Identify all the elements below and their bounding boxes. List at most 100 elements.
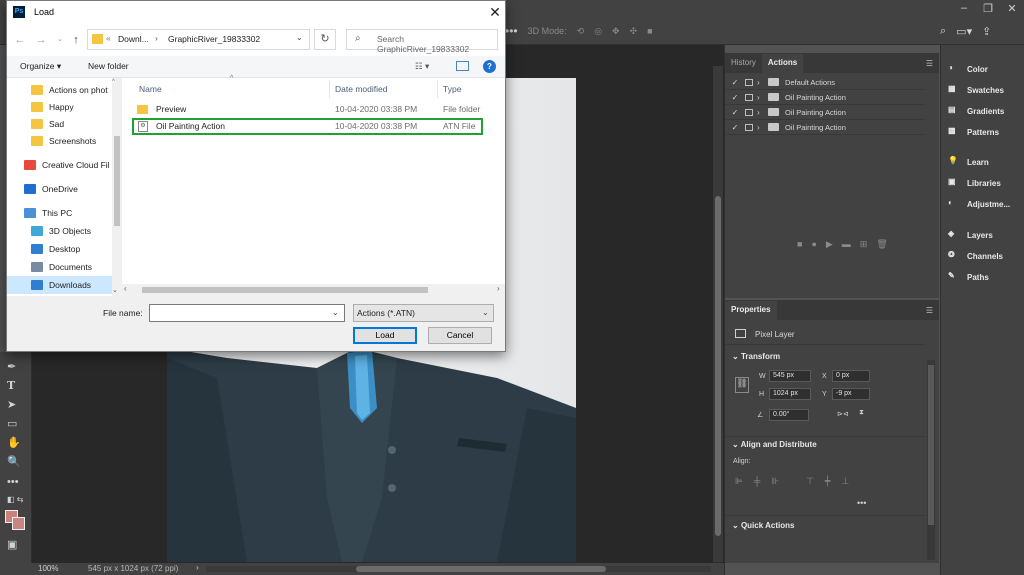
restore-icon[interactable]: ❐ (976, 0, 1000, 16)
scroll-thumb[interactable] (114, 136, 120, 226)
address-bar[interactable]: « Downl... › GraphicRiver_19833302 ⌄ (87, 29, 310, 50)
align-center-icon[interactable]: ╪ (754, 476, 760, 487)
search-icon[interactable]: ⌕ (940, 25, 946, 38)
record-icon[interactable]: ● (811, 239, 816, 250)
check-icon[interactable]: ✓ (730, 93, 740, 102)
nav-item[interactable]: Happy (31, 98, 74, 115)
back-icon[interactable]: ← (13, 33, 27, 47)
minimize-icon[interactable]: – (952, 0, 976, 16)
organize-button[interactable]: Organize ▾ (20, 61, 61, 72)
orbit-3d-icon[interactable]: ⟲ (577, 26, 585, 37)
panel-shortcut[interactable]: ✎ Paths (948, 271, 989, 283)
canvas-horizontal-scrollbar[interactable] (206, 566, 711, 572)
dialog-toggle-icon[interactable] (745, 123, 753, 131)
align-bottom-icon[interactable]: ⊥ (841, 476, 849, 487)
column-header-type[interactable]: Type (443, 84, 461, 94)
roll-3d-icon[interactable]: ◎ (594, 26, 602, 37)
up-icon[interactable]: ↑ (69, 33, 83, 47)
refresh-icon[interactable]: ↻ (314, 29, 336, 50)
nav-item[interactable]: Screenshots (31, 132, 96, 149)
panel-shortcut[interactable]: ▩ Patterns (948, 126, 999, 138)
file-row[interactable]: Preview 10-04-2020 03:38 PM File folder (132, 101, 492, 117)
panel-shortcut[interactable]: ◈ Layers (948, 229, 993, 241)
breadcrumb-graphicriver[interactable]: GraphicRiver_19833302 (168, 34, 260, 44)
delete-icon[interactable]: 🗑 (876, 239, 887, 250)
drag-3d-icon[interactable]: ✥ (612, 26, 620, 37)
align-middle-icon[interactable]: ┿ (825, 476, 830, 487)
panel-shortcut[interactable]: ◐ Adjustme... (948, 198, 1010, 210)
file-name-dropdown-icon[interactable]: ⌄ (332, 308, 339, 317)
file-name-input[interactable]: ⌄ (149, 304, 345, 322)
status-expand-icon[interactable]: › (196, 563, 199, 572)
scroll-thumb[interactable] (715, 196, 721, 536)
load-button[interactable]: Load (353, 327, 417, 344)
background-color-swatch[interactable] (12, 517, 25, 530)
x-field[interactable]: 0 px (832, 370, 870, 382)
scroll-right-icon[interactable]: › (497, 284, 500, 293)
scroll-left-icon[interactable]: ‹ (124, 284, 127, 293)
breadcrumb-downloads[interactable]: Downl... (118, 34, 149, 44)
more-options-icon[interactable]: ••• (505, 24, 518, 38)
nav-pane-scrollbar[interactable] (112, 78, 122, 296)
nav-item[interactable]: Creative Cloud Fil (24, 156, 110, 173)
check-icon[interactable]: ✓ (730, 78, 740, 87)
action-set-row[interactable]: ✓ › Default Actions (725, 75, 925, 90)
nav-item[interactable]: This PC (24, 204, 72, 221)
check-icon[interactable]: ✓ (730, 123, 740, 132)
file-list-horizontal-scrollbar[interactable] (122, 284, 505, 296)
nav-item[interactable]: Sad (31, 115, 64, 132)
nav-item[interactable]: 3D Objects (31, 222, 91, 239)
link-dimensions-icon[interactable]: ⛓ (735, 377, 749, 393)
scroll-down-icon[interactable]: ⌄ (112, 286, 118, 294)
height-field[interactable]: 1024 px (769, 388, 811, 400)
align-top-icon[interactable]: ⊤ (806, 476, 814, 487)
edit-toolbar-icon[interactable]: ••• (7, 476, 25, 492)
panel-menu-icon[interactable]: ☰ (926, 59, 939, 73)
y-field[interactable]: -9 px (832, 388, 870, 400)
flip-horizontal-icon[interactable]: ⊳⊲ (837, 410, 849, 418)
more-align-icon[interactable]: ••• (857, 498, 866, 508)
align-right-icon[interactable]: ⊪ (771, 476, 779, 487)
action-set-row[interactable]: ✓ › Oil Painting Action (725, 120, 925, 135)
tab-properties[interactable]: Properties (725, 301, 777, 320)
panel-shortcut[interactable]: ▣ Libraries (948, 177, 1001, 189)
help-icon[interactable]: ? (483, 60, 496, 73)
window-close-icon[interactable]: ✕ (1000, 0, 1024, 16)
scroll-up-icon[interactable]: ^ (112, 79, 115, 85)
expand-chevron-icon[interactable]: › (757, 123, 766, 132)
column-header-name[interactable]: Name (139, 84, 162, 94)
zoom-level[interactable]: 100% (38, 564, 58, 573)
dialog-toggle-icon[interactable] (745, 78, 753, 86)
workspace-icon[interactable]: ▭▾ (956, 25, 972, 38)
nav-item[interactable]: Downloads (31, 276, 91, 293)
address-overflow[interactable]: « (106, 33, 111, 43)
transform-section-toggle[interactable]: ⌄ Transform (732, 352, 780, 361)
pen-tool-icon[interactable]: ✒ (7, 360, 25, 376)
action-set-row[interactable]: ✓ › Oil Painting Action (725, 90, 925, 105)
new-folder-button[interactable]: New folder (88, 61, 129, 71)
quick-actions-toggle[interactable]: ⌄ Quick Actions (732, 521, 794, 530)
camera-3d-icon[interactable]: ■ (647, 26, 652, 36)
dialog-toggle-icon[interactable] (745, 108, 753, 116)
play-icon[interactable]: ▶ (826, 239, 833, 250)
check-icon[interactable]: ✓ (730, 108, 740, 117)
panel-shortcut[interactable]: ◑ Color (948, 63, 988, 75)
nav-item[interactable]: Actions on phot (31, 81, 108, 98)
column-header-date[interactable]: Date modified (335, 84, 387, 94)
breadcrumb-separator-icon[interactable]: › (155, 33, 158, 43)
tab-actions[interactable]: Actions (761, 54, 804, 73)
zoom-tool-icon[interactable]: 🔍 (7, 455, 25, 471)
forward-icon[interactable]: → (34, 33, 48, 47)
address-dropdown-icon[interactable]: ⌄ (296, 33, 303, 42)
stop-icon[interactable]: ■ (797, 239, 802, 250)
rectangle-tool-icon[interactable]: ▭ (7, 417, 25, 433)
share-icon[interactable]: ⇪ (982, 25, 991, 38)
slide-3d-icon[interactable]: ✣ (630, 26, 638, 37)
nav-item[interactable]: OneDrive (24, 180, 78, 197)
nav-item[interactable]: Documents (31, 258, 92, 275)
angle-field[interactable]: 0.00° (769, 409, 809, 421)
width-field[interactable]: 545 px (769, 370, 811, 382)
type-tool-icon[interactable]: T (7, 379, 25, 395)
preview-pane-icon[interactable] (456, 61, 469, 71)
dialog-close-icon[interactable]: ✕ (487, 4, 503, 20)
